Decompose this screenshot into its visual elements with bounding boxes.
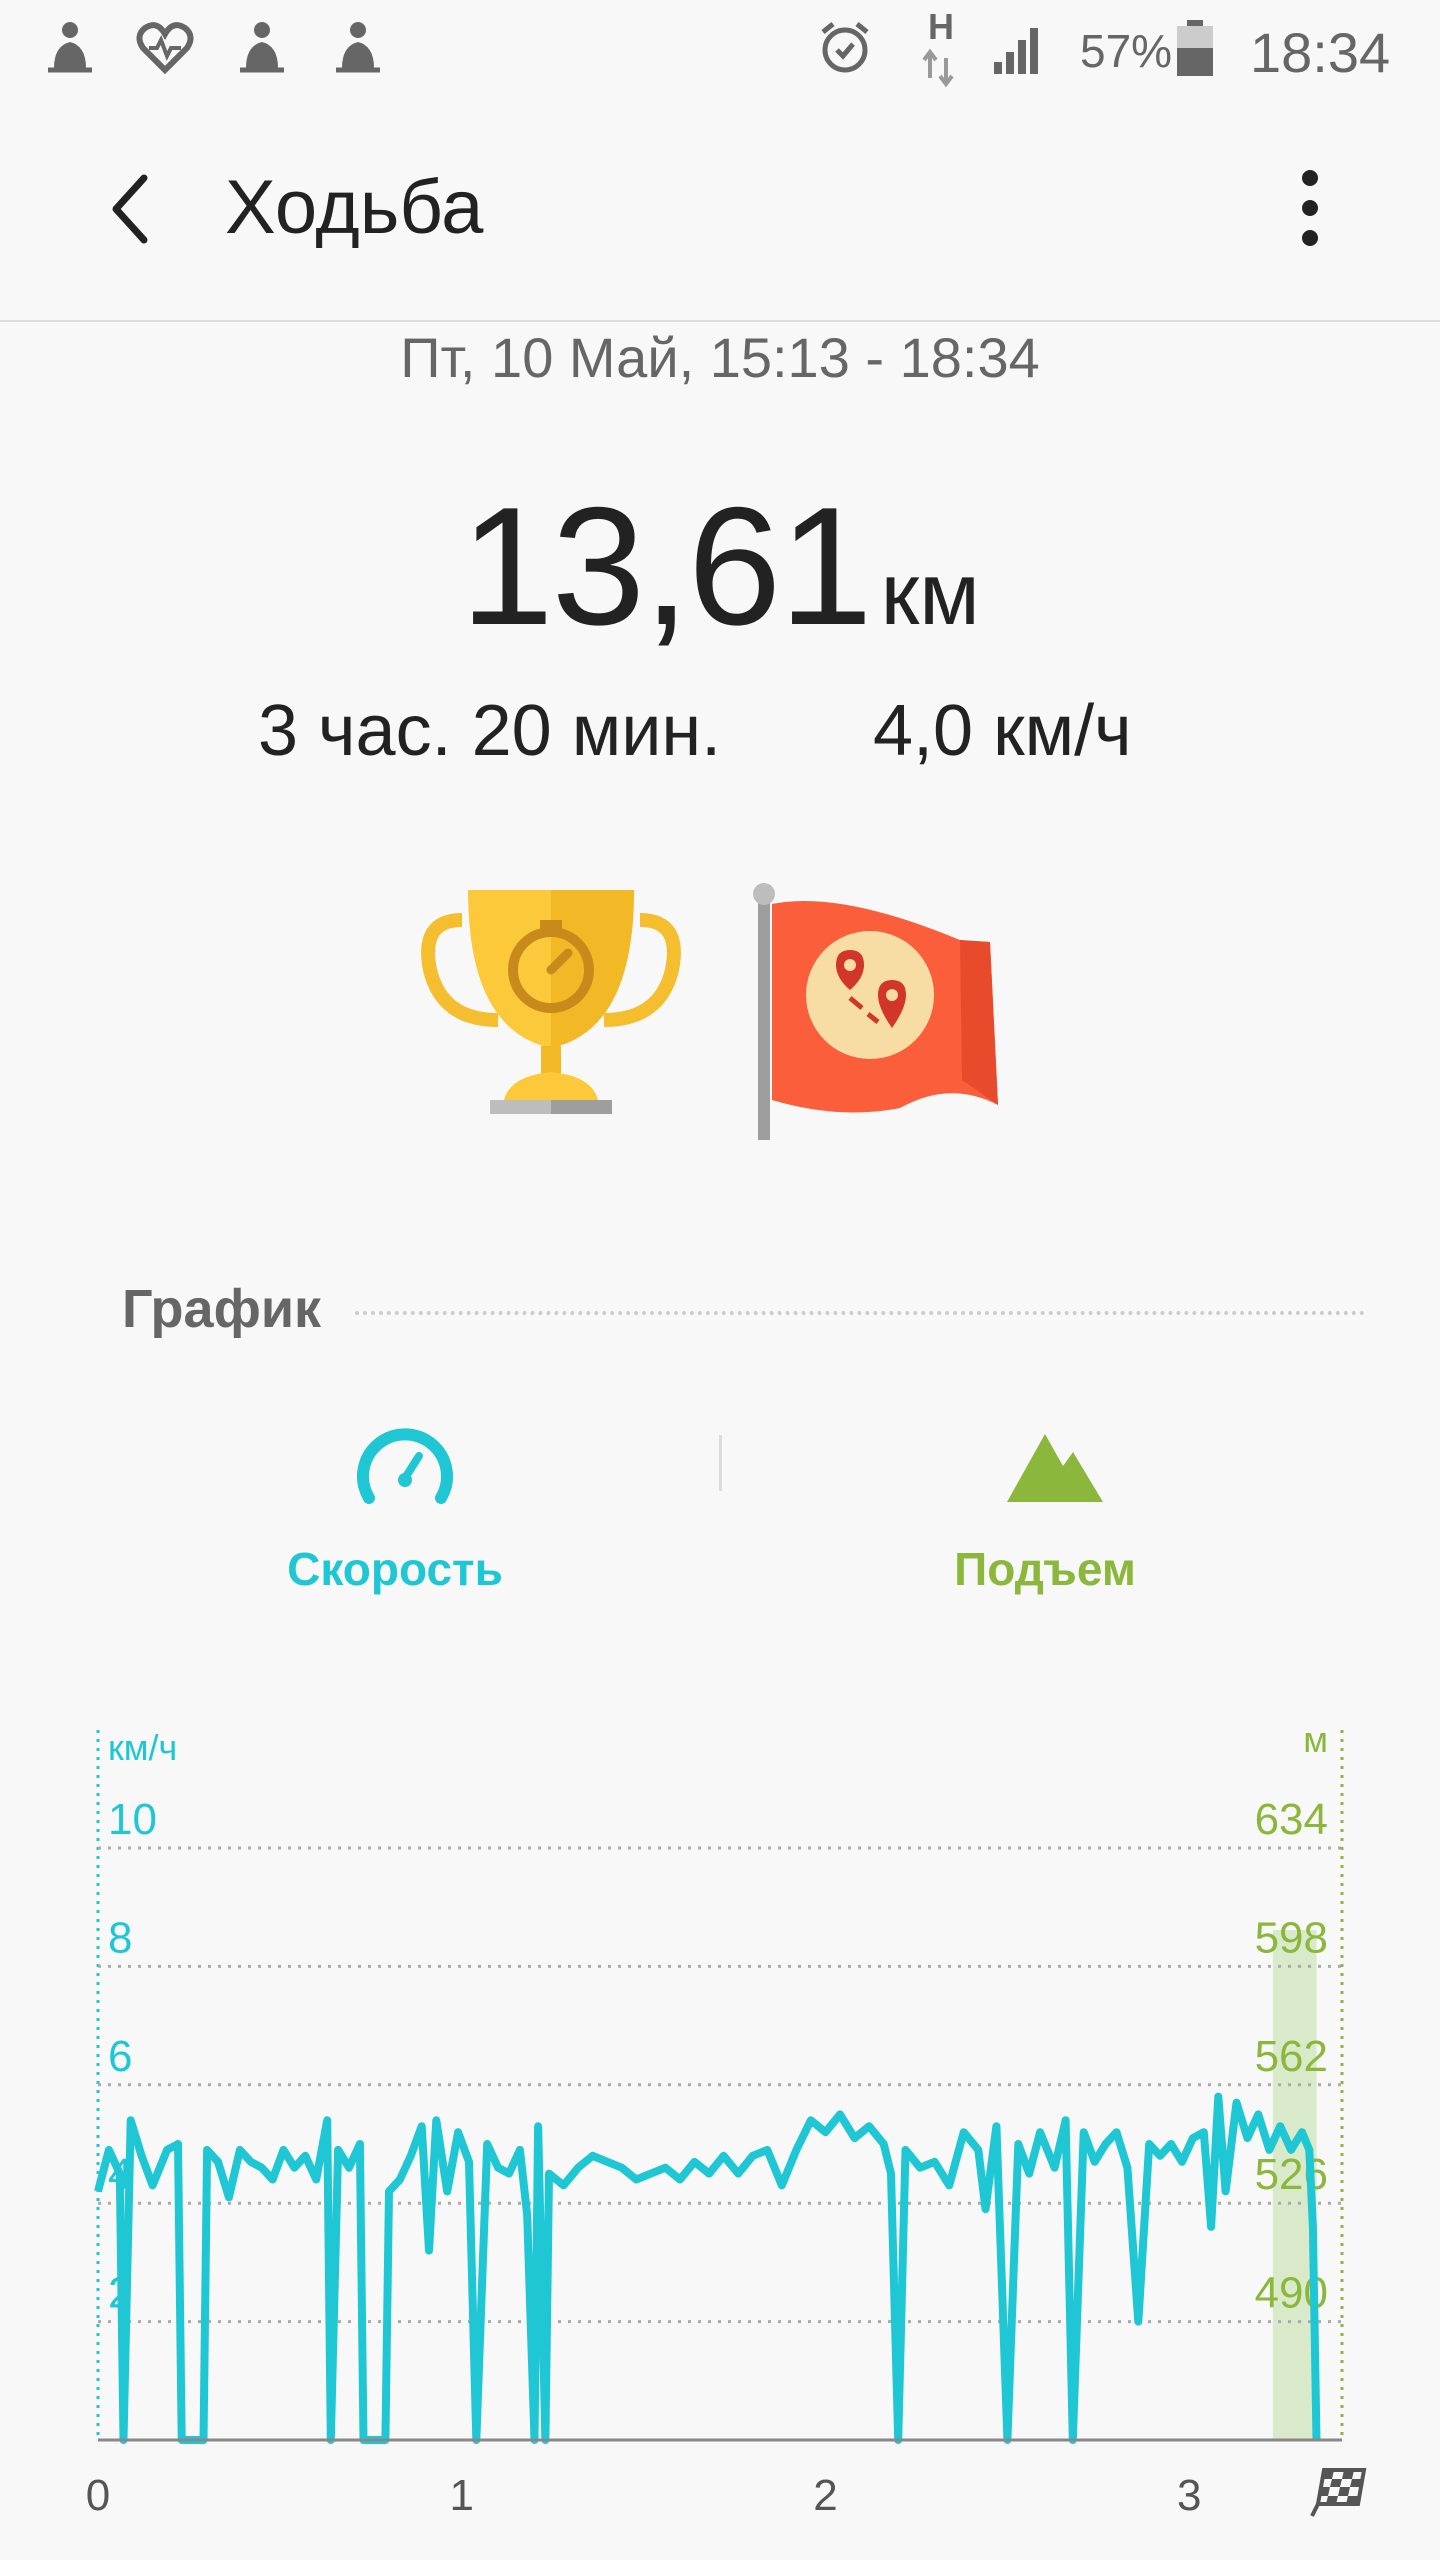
walking-notification-icon <box>240 22 284 73</box>
graph-section-title: График <box>122 1279 322 1339</box>
trophy-stopwatch-icon[interactable] <box>420 880 682 1142</box>
network-type-label: H <box>928 6 954 47</box>
workout-date-range: Пт, 10 Май, 15:13 - 18:34 <box>400 326 1040 389</box>
checkered-flag-icon <box>1310 2468 1367 2517</box>
tab-elevation[interactable]: Подъем <box>835 1400 1255 1620</box>
left-tick-label: 10 <box>108 1795 157 1844</box>
speedometer-icon <box>357 1428 453 1504</box>
distance-value: 13,61 <box>460 472 872 660</box>
heart-notification-icon <box>136 22 194 75</box>
alarm-icon <box>821 22 869 73</box>
right-tick-label: 562 <box>1255 2032 1328 2081</box>
tab-elevation-label: Подъем <box>954 1543 1136 1595</box>
walking-notification-icon <box>48 22 92 73</box>
workout-duration: 3 час. 20 мин. <box>258 691 722 771</box>
mountain-icon <box>1007 1434 1103 1502</box>
right-axis-unit: м <box>1303 1720 1328 1760</box>
right-tick-label: 526 <box>1255 2150 1328 2199</box>
left-axis-unit: км/ч <box>108 1727 177 1768</box>
more-vertical-icon[interactable] <box>1275 160 1345 260</box>
average-speed: 4,0 км/ч <box>873 691 1132 771</box>
tab-divider <box>719 1435 722 1491</box>
distance-summary: 13,61 км <box>0 470 1440 663</box>
battery-percent: 57% <box>1080 25 1173 77</box>
status-time: 18:34 <box>1250 21 1391 84</box>
distance-unit: км <box>880 544 980 643</box>
battery-icon <box>1177 20 1213 76</box>
left-tick-label: 8 <box>108 1913 132 1962</box>
speed-series-line <box>94 2092 1321 2444</box>
x-tick-label: 1 <box>450 2471 474 2520</box>
back-arrow-icon[interactable] <box>86 164 176 254</box>
tab-speed[interactable]: Скорость <box>185 1400 605 1620</box>
right-tick-label: 634 <box>1255 1795 1328 1844</box>
right-tick-label: 598 <box>1255 1913 1328 1962</box>
status-bar: H 57% 18:34 <box>0 0 1440 100</box>
section-divider <box>355 1311 1365 1315</box>
app-bar: Ходьба <box>0 100 1440 322</box>
x-tick-label: 0 <box>86 2471 110 2520</box>
data-arrows-icon <box>922 48 954 88</box>
page-title: Ходьба <box>225 165 484 250</box>
left-tick-label: 6 <box>108 2032 132 2081</box>
x-tick-label: 2 <box>813 2471 837 2520</box>
x-tick-label: 3 <box>1177 2471 1201 2520</box>
flag-route-icon[interactable] <box>750 880 1010 1142</box>
tab-speed-label: Скорость <box>287 1543 503 1595</box>
speed-elevation-chart: 246810490526562598634км/ч м0 1 2 3 <box>86 1720 1367 2520</box>
walking-notification-icon <box>336 22 380 73</box>
signal-icon <box>994 28 1038 74</box>
